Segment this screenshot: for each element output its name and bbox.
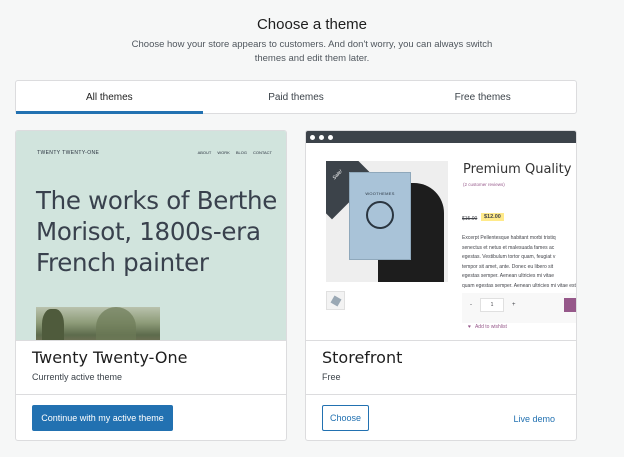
tab-all-themes[interactable]: All themes xyxy=(16,81,203,114)
preview-nav-item: WORK xyxy=(217,150,230,155)
theme-filter-tabs: All themes Paid themes Free themes xyxy=(15,80,577,114)
wishlist-link: ♥ Add to wishlist xyxy=(468,324,507,330)
preview-reviews: (2 customer reviews) xyxy=(463,182,505,187)
description-line: egestas. Vestibulum tortor quam, feugiat… xyxy=(462,254,556,260)
wishlist-label: Add to wishlist xyxy=(474,324,507,330)
description-line: egestas semper. Aenean ultricies mi vita… xyxy=(462,273,554,279)
tab-free-themes[interactable]: Free themes xyxy=(389,81,576,113)
theme-card-twenty-twenty-one: TWENTY TWENTY-ONE ABOUT WORK BLOG CONTAC… xyxy=(15,130,287,441)
browser-dot-icon xyxy=(328,134,333,140)
heart-icon: ♥ xyxy=(468,324,471,330)
description-line: senectus et netus et malesuada fames ac xyxy=(462,244,555,251)
page-subtitle: Choose how your store appears to custome… xyxy=(110,38,514,65)
preview-heading-line: Morisot, 1800s-era xyxy=(36,217,261,246)
theme-name: Storefront xyxy=(322,348,403,367)
subtitle-line-1: Choose how your store appears to custome… xyxy=(131,39,493,50)
preview-nav: ABOUT WORK BLOG CONTACT xyxy=(198,150,272,155)
theme-preview-twenty-twenty-one[interactable]: TWENTY TWENTY-ONE ABOUT WORK BLOG CONTAC… xyxy=(16,131,286,340)
quantity-plus: + xyxy=(512,302,516,308)
preview-nav-item: CONTACT xyxy=(252,150,272,155)
quantity-field: 1 xyxy=(480,298,504,312)
browser-bar xyxy=(306,131,576,143)
product-thumbnail xyxy=(326,291,345,310)
preview-description: Excerpt Pellentesque habitant morbi tris… xyxy=(462,234,576,291)
description-line: Excerpt Pellentesque habitant morbi tris… xyxy=(462,235,556,241)
browser-dot-icon xyxy=(310,134,315,140)
theme-card-storefront: Sale! WOOTHEMES Premium Quality (2 custo… xyxy=(305,130,577,441)
preview-old-price: $15.00 xyxy=(462,216,478,222)
tab-paid-themes[interactable]: Paid themes xyxy=(203,81,390,113)
page-title: Choose a theme xyxy=(256,16,368,33)
preview-product-title: Premium Quality xyxy=(463,162,572,177)
description-line: quam egestas semper. Aenean ultricies mi… xyxy=(462,282,576,289)
choose-theme-button[interactable]: Choose xyxy=(322,405,369,431)
description-line: tempor sit amet, ante. Donec eu libero s… xyxy=(462,263,554,270)
theme-name: Twenty Twenty-One xyxy=(32,348,188,367)
preview-heading-line: French painter xyxy=(36,248,209,277)
preview-product-image: Sale! WOOTHEMES xyxy=(326,161,448,282)
preview-heading-line: The works of Berthe xyxy=(36,186,278,215)
theme-status: Currently active theme xyxy=(32,372,123,382)
quantity-minus: - xyxy=(470,302,472,308)
preview-new-price: $12.00 xyxy=(481,213,504,221)
preview-nav-item: BLOG xyxy=(235,150,247,155)
live-demo-link[interactable]: Live demo xyxy=(513,414,555,424)
continue-active-theme-button[interactable]: Continue with my active theme xyxy=(32,405,173,431)
poster-text: WOOTHEMES xyxy=(365,191,395,196)
preview-painting-image xyxy=(36,307,160,340)
preview-heading: The works of Berthe Morisot, 1800s-era F… xyxy=(36,185,286,278)
add-to-cart-button xyxy=(564,298,576,312)
theme-preview-storefront[interactable]: Sale! WOOTHEMES Premium Quality (2 custo… xyxy=(306,131,576,340)
poster: WOOTHEMES xyxy=(349,172,411,260)
theme-price: Free xyxy=(322,372,341,382)
browser-dot-icon xyxy=(319,134,324,140)
poster-logo-icon xyxy=(366,201,394,229)
subtitle-line-2: themes and edit them later. xyxy=(254,52,370,64)
preview-site-title: TWENTY TWENTY-ONE xyxy=(37,150,100,156)
preview-nav-item: ABOUT xyxy=(197,150,212,155)
